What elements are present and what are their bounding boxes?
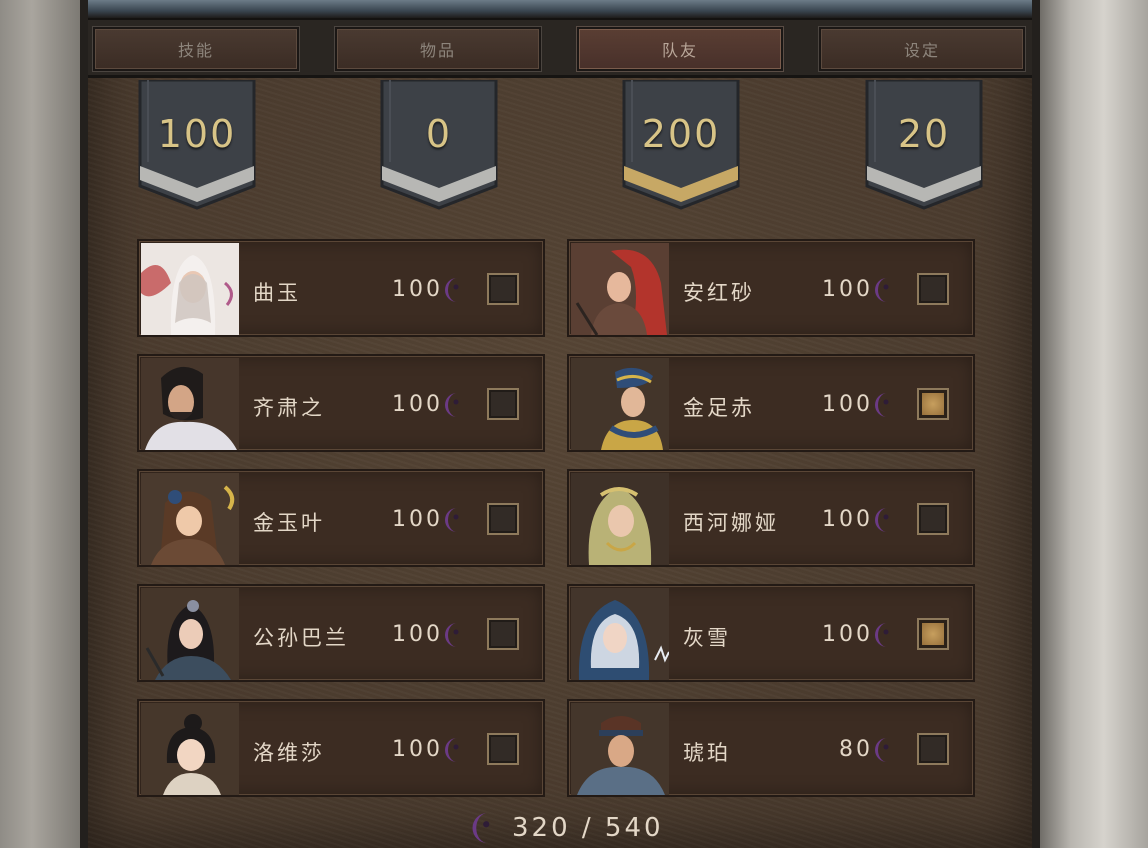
portrait-huixue <box>571 588 669 680</box>
portrait-gongsunbalan <box>141 588 239 680</box>
select-checkbox[interactable] <box>487 733 519 765</box>
crescent-moon-icon <box>445 738 459 762</box>
portrait-anhongsha <box>571 243 669 335</box>
portrait-jinyuye <box>141 473 239 565</box>
select-checkbox[interactable] <box>917 503 949 535</box>
portrait-xihenaya <box>571 473 669 565</box>
crescent-moon-icon <box>445 393 459 417</box>
companion-cost: 100 <box>392 737 443 762</box>
select-checkbox[interactable] <box>917 273 949 305</box>
companion-name: 金足赤 <box>683 396 755 420</box>
companion-card-jinzuchi[interactable]: 金足赤 100 <box>567 354 975 452</box>
companion-cost: 100 <box>392 622 443 647</box>
points-total: 320 / 540 <box>512 813 664 843</box>
crescent-moon-icon <box>445 278 459 302</box>
companion-cost: 100 <box>822 277 873 302</box>
companion-name: 灰雪 <box>683 626 731 650</box>
select-checkbox[interactable] <box>487 503 519 535</box>
companion-cost: 100 <box>392 392 443 417</box>
companion-name: 洛维莎 <box>253 741 325 765</box>
companion-name: 西河娜娅 <box>683 511 779 535</box>
companion-card-gongsunbalan[interactable]: 公孙巴兰 100 <box>137 584 545 682</box>
companion-cost: 100 <box>392 507 443 532</box>
tab-companions[interactable]: 队友 <box>577 27 783 71</box>
portrait-qisuzhi <box>141 358 239 450</box>
crescent-moon-icon <box>875 508 889 532</box>
companion-card-huixue[interactable]: 灰雪 100 <box>567 584 975 682</box>
companion-card-xihenaya[interactable]: 西河娜娅 100 <box>567 469 975 567</box>
crescent-moon-icon <box>875 738 889 762</box>
companion-card-quyu[interactable]: 曲玉 100 <box>137 239 545 337</box>
stat-banner-1: 100 <box>136 80 258 212</box>
select-checkbox[interactable] <box>487 273 519 305</box>
companion-name: 琥珀 <box>683 741 731 765</box>
points-footer: 320 / 540 <box>470 808 664 848</box>
portrait-hupo <box>571 703 669 795</box>
stat-banner-4: 20 <box>863 80 985 212</box>
companion-card-anhongsha[interactable]: 安红砂 100 <box>567 239 975 337</box>
banner-value: 100 <box>157 112 237 156</box>
companion-card-jinyuye[interactable]: 金玉叶 100 <box>137 469 545 567</box>
stat-banner-2: 0 <box>378 80 500 212</box>
tab-items[interactable]: 物品 <box>335 27 541 71</box>
top-frame <box>88 0 1032 20</box>
companion-name: 曲玉 <box>253 281 301 305</box>
companion-name: 公孙巴兰 <box>253 626 349 650</box>
crescent-moon-icon <box>472 813 490 843</box>
companion-name: 金玉叶 <box>253 511 325 535</box>
tab-skills[interactable]: 技能 <box>93 27 299 71</box>
crescent-moon-icon <box>445 623 459 647</box>
select-checkbox[interactable] <box>917 733 949 765</box>
tab-bar: 技能 物品 队友 设定 <box>88 20 1032 78</box>
banner-value: 0 <box>425 112 453 156</box>
banner-value: 200 <box>641 112 721 156</box>
select-checkbox[interactable] <box>487 618 519 650</box>
crescent-moon-icon <box>875 278 889 302</box>
companion-card-luoweisha[interactable]: 洛维莎 100 <box>137 699 545 797</box>
companion-card-qisuzhi[interactable]: 齐肃之 100 <box>137 354 545 452</box>
crescent-moon-icon <box>875 393 889 417</box>
background-left <box>0 0 80 848</box>
crescent-moon-icon <box>875 623 889 647</box>
select-checkbox[interactable] <box>917 618 949 650</box>
companion-cost: 100 <box>822 392 873 417</box>
companion-cost: 80 <box>839 737 873 762</box>
stat-banner-3: 200 <box>620 80 742 212</box>
banner-value: 20 <box>897 112 951 156</box>
crescent-moon-icon <box>445 508 459 532</box>
companion-name: 安红砂 <box>683 281 755 305</box>
background-right <box>1038 0 1148 848</box>
select-checkbox[interactable] <box>917 388 949 420</box>
companion-card-hupo[interactable]: 琥珀 80 <box>567 699 975 797</box>
tab-settings[interactable]: 设定 <box>819 27 1025 71</box>
party-panel: 技能 物品 队友 设定 100 0 200 20 曲玉 100 安红砂 100 … <box>80 0 1040 848</box>
companion-cost: 100 <box>392 277 443 302</box>
select-checkbox[interactable] <box>487 388 519 420</box>
portrait-luoweisha <box>141 703 239 795</box>
companion-cost: 100 <box>822 507 873 532</box>
portrait-quyu <box>141 243 239 335</box>
companion-cost: 100 <box>822 622 873 647</box>
companion-name: 齐肃之 <box>253 396 325 420</box>
portrait-jinzuchi <box>571 358 669 450</box>
